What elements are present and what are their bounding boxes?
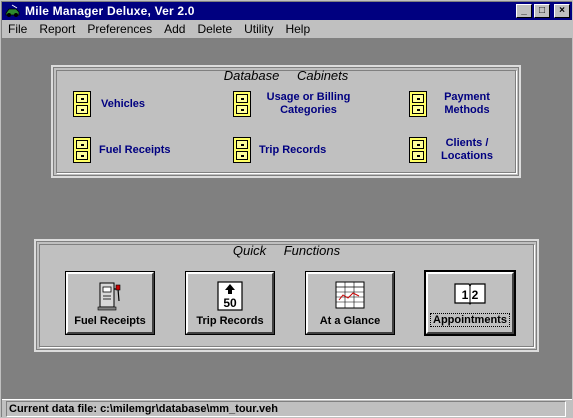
menu-utility[interactable]: Utility [238, 22, 279, 36]
odometer-50-icon: 50 [217, 281, 243, 314]
cabinet-clients-locations[interactable]: Clients / Locations [409, 137, 497, 163]
file-cabinet-icon [233, 137, 251, 163]
fuel-pump-icon [95, 281, 125, 314]
cabinet-fuel-receipts[interactable]: Fuel Receipts [73, 137, 171, 163]
cabinet-payment-methods[interactable]: Payment Methods [409, 91, 497, 117]
menu-help[interactable]: Help [279, 22, 316, 36]
title-bar[interactable]: Mile Manager Deluxe, Ver 2.0 _ □ × [2, 2, 572, 20]
cabinet-label: Trip Records [259, 143, 327, 156]
cabinet-label: Usage or Billing Categories [266, 91, 351, 116]
cabinet-usage-billing[interactable]: Usage or Billing Categories [233, 91, 356, 117]
file-cabinet-icon [409, 137, 427, 163]
spreadsheet-icon [335, 281, 365, 312]
cabinet-trip-records[interactable]: Trip Records [233, 137, 326, 163]
window-title: Mile Manager Deluxe, Ver 2.0 [25, 4, 195, 18]
close-button[interactable]: × [554, 4, 570, 18]
file-cabinet-icon [233, 91, 251, 117]
calendar-icon-text: 1 2 [462, 288, 479, 302]
menu-file[interactable]: File [2, 22, 33, 36]
cabinet-label: Clients / Locations [441, 137, 493, 162]
menu-add[interactable]: Add [158, 22, 191, 36]
at-a-glance-button[interactable]: At a Glance [305, 271, 395, 335]
status-bar: Current data file: c:\milemgr\database\m… [2, 399, 572, 418]
trip-records-label: Trip Records [196, 315, 264, 327]
file-cabinet-icon [73, 137, 91, 163]
appointments-label: Appointments [430, 313, 510, 327]
appointments-button[interactable]: 1 2 Appointments [424, 270, 516, 336]
file-cabinet-icon [73, 91, 91, 117]
minimize-button[interactable]: _ [516, 4, 532, 18]
database-cabinets-title: Database Cabinets [223, 68, 349, 83]
cabinet-label: Vehicles [101, 97, 146, 110]
at-a-glance-label: At a Glance [319, 315, 381, 327]
cabinet-label: Payment Methods [444, 91, 490, 116]
quick-functions-panel: Quick Functions Fuel Receipts 50 Trip Re… [34, 239, 539, 352]
fuel-receipts-label: Fuel Receipts [74, 315, 146, 327]
cabinet-label: Fuel Receipts [99, 143, 171, 156]
current-data-file-status: Current data file: c:\milemgr\database\m… [6, 401, 566, 417]
fuel-receipts-button[interactable]: Fuel Receipts [65, 271, 155, 335]
database-cabinets-panel: Database Cabinets Vehicles Usage or Bill… [51, 65, 521, 178]
cabinet-vehicles[interactable]: Vehicles [73, 91, 145, 117]
app-car-icon [5, 4, 21, 18]
trip-records-button[interactable]: 50 Trip Records [185, 271, 275, 335]
quick-functions-title: Quick Functions [232, 243, 341, 258]
app-window: Mile Manager Deluxe, Ver 2.0 _ □ × File … [0, 0, 573, 418]
menu-report[interactable]: Report [33, 22, 81, 36]
maximize-button[interactable]: □ [534, 4, 550, 18]
menu-preferences[interactable]: Preferences [81, 22, 158, 36]
menu-bar: File Report Preferences Add Delete Utili… [2, 20, 572, 39]
calendar-book-icon: 1 2 [454, 281, 486, 308]
file-cabinet-icon [409, 91, 427, 117]
menu-delete[interactable]: Delete [191, 22, 238, 36]
odometer-icon-text: 50 [223, 296, 237, 310]
